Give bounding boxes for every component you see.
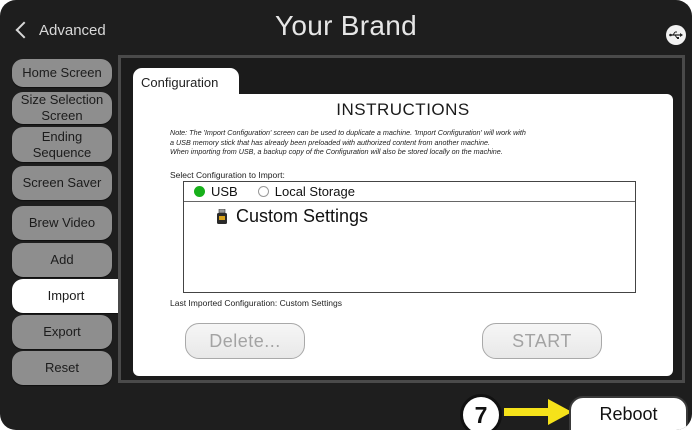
- configuration-content: INSTRUCTIONS Note: The 'Import Configura…: [133, 94, 673, 376]
- usb-stick-icon: [216, 208, 228, 225]
- reboot-button[interactable]: Reboot: [569, 396, 688, 430]
- sidebar-item-ending-sequence[interactable]: Ending Sequence: [12, 127, 112, 162]
- radio-usb[interactable]: USB: [194, 184, 238, 199]
- tab-configuration[interactable]: Configuration: [133, 68, 239, 96]
- list-item[interactable]: Custom Settings: [216, 206, 368, 227]
- sidebar-item-home-screen[interactable]: Home Screen: [12, 59, 112, 87]
- select-configuration-label: Select Configuration to Import:: [170, 170, 285, 180]
- instructions-note: Note: The 'Import Configuration' screen …: [170, 128, 526, 156]
- start-button[interactable]: START: [482, 323, 602, 359]
- step-number-badge: 7: [460, 394, 502, 430]
- last-imported-label: Last Imported Configuration: Custom Sett…: [170, 298, 342, 308]
- sidebar-item-reset[interactable]: Reset: [12, 351, 112, 385]
- source-selector: USB Local Storage: [184, 182, 635, 202]
- configuration-list: USB Local Storage Custom Settings: [183, 181, 636, 293]
- sidebar-item-export[interactable]: Export: [12, 315, 112, 349]
- sidebar-item-brew-video[interactable]: Brew Video: [12, 206, 112, 240]
- instructions-title: INSTRUCTIONS: [336, 100, 470, 119]
- device-frame: Advanced Your Brand Home Screen Size Sel…: [0, 0, 692, 430]
- sidebar-item-size-selection-screen[interactable]: Size Selection Screen: [12, 92, 112, 124]
- callout-arrow-icon: [504, 399, 572, 425]
- sidebar-item-add[interactable]: Add: [12, 243, 112, 277]
- radio-unselected-icon: [257, 186, 269, 197]
- sidebar-item-screen-saver[interactable]: Screen Saver: [12, 166, 112, 200]
- radio-local-storage[interactable]: Local Storage: [257, 184, 355, 199]
- header-bar: Advanced Your Brand: [0, 0, 692, 58]
- radio-selected-icon: [194, 186, 205, 197]
- main-panel: Configuration INSTRUCTIONS Note: The 'Im…: [118, 55, 685, 383]
- sidebar-item-import[interactable]: Import: [12, 279, 120, 313]
- usb-icon[interactable]: [666, 25, 686, 45]
- delete-button[interactable]: Delete...: [185, 323, 305, 359]
- brand-title: Your Brand: [274, 10, 418, 41]
